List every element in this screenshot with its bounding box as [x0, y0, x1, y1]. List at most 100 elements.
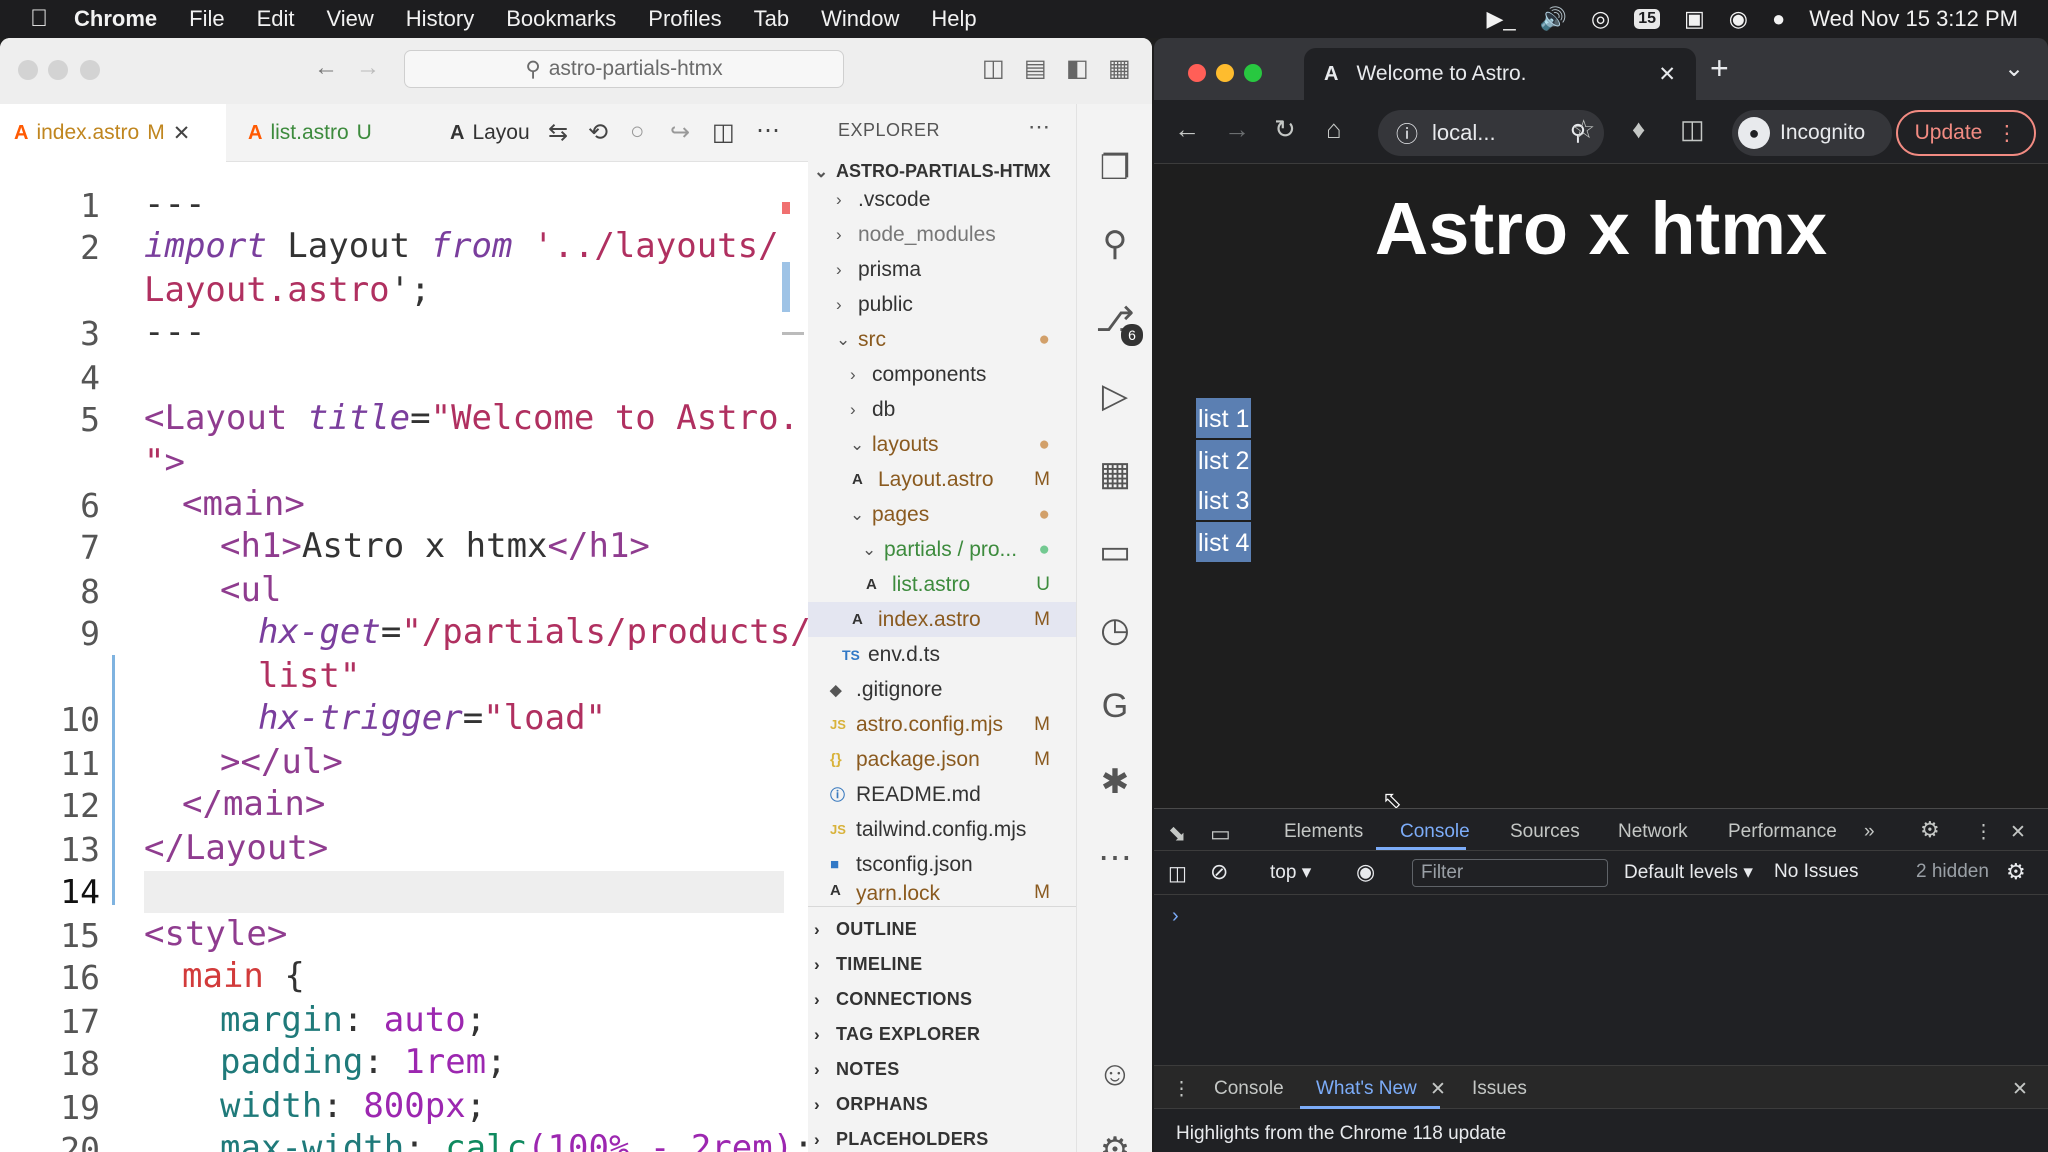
- forward-arrow-icon[interactable]: →: [356, 54, 380, 82]
- asterisk-extension-icon[interactable]: ✱: [1091, 758, 1139, 806]
- more-actions-icon[interactable]: ⋯: [756, 116, 780, 145]
- side-panel-icon[interactable]: ◫: [1680, 114, 1705, 145]
- search-icon[interactable]: ⚲: [1091, 220, 1139, 268]
- tree-item-src[interactable]: ⌄ src ●: [808, 322, 1076, 357]
- toggle-panel-icon[interactable]: ▤: [1024, 54, 1047, 83]
- scrollbar-thumb[interactable]: [782, 332, 804, 335]
- compare-changes-icon[interactable]: ⇆: [548, 118, 568, 147]
- devtools-settings-icon[interactable]: ⚙: [1920, 817, 1940, 843]
- remote-explorer-icon[interactable]: ▭: [1091, 528, 1139, 576]
- tab-layout-astro[interactable]: A Layou: [436, 104, 540, 162]
- vpn-globe-icon[interactable]: ◎: [1591, 6, 1610, 32]
- terminal-status-icon[interactable]: ▶_: [1486, 6, 1515, 32]
- update-button[interactable]: Update ⋮: [1896, 110, 2036, 156]
- menubar-clock[interactable]: Wed Nov 15 3:12 PM: [1809, 6, 2018, 32]
- menu-view[interactable]: View: [327, 6, 374, 32]
- devtools-tab-elements[interactable]: Elements: [1284, 821, 1363, 843]
- tree-item-layout-astro[interactable]: A Layout.astro M: [808, 462, 1076, 497]
- menu-file[interactable]: File: [189, 6, 224, 32]
- close-drawer-icon[interactable]: ✕: [2012, 1078, 2028, 1101]
- tree-item-tailwind-config[interactable]: JS tailwind.config.mjs: [808, 812, 1076, 847]
- toggle-sidebar-icon[interactable]: ◫: [982, 54, 1005, 83]
- code-editor[interactable]: 1 2 3 4 5 6 7 8 9 10 11 12 13 14 15 16 1…: [0, 162, 814, 1152]
- section-connections[interactable]: › CONNECTIONS: [808, 982, 1076, 1017]
- console-prompt[interactable]: ›: [1172, 905, 1179, 928]
- devtools-tab-console[interactable]: Console: [1400, 821, 1470, 843]
- devtools-tab-performance[interactable]: Performance: [1728, 821, 1837, 843]
- close-icon[interactable]: ✕: [173, 121, 191, 146]
- inspect-element-icon[interactable]: ⬊: [1168, 821, 1186, 847]
- section-timeline[interactable]: › TIMELINE: [808, 947, 1076, 982]
- devtools-more-icon[interactable]: ⋮: [1974, 821, 1993, 844]
- tree-item-list-astro[interactable]: Alist.astro U: [808, 567, 1076, 602]
- tree-item-yarn-lock[interactable]: Ayarn.lock M: [808, 882, 1076, 906]
- site-info-icon[interactable]: ⓘ: [1396, 117, 1418, 149]
- drawer-tab-issues[interactable]: Issues: [1472, 1078, 1527, 1100]
- timeline-icon[interactable]: ⟲: [588, 118, 608, 147]
- apple-icon[interactable]: : [30, 5, 74, 33]
- drawer-tab-whats-new[interactable]: What's New: [1316, 1078, 1417, 1100]
- tree-item-components[interactable]: › components: [808, 357, 1076, 392]
- back-arrow-icon[interactable]: ←: [314, 54, 338, 82]
- log-levels-dropdown[interactable]: Default levels ▾: [1624, 861, 1753, 884]
- reload-icon[interactable]: ↻: [1274, 114, 1296, 145]
- menu-tab[interactable]: Tab: [754, 6, 789, 32]
- clear-console-icon[interactable]: ⊘: [1210, 859, 1228, 885]
- context-selector[interactable]: top ▾: [1270, 861, 1311, 884]
- explorer-more-icon[interactable]: ⋯: [1028, 114, 1050, 140]
- tree-item-astro-config[interactable]: JS astro.config.mjs M: [808, 707, 1076, 742]
- drawer-more-icon[interactable]: ⋮: [1172, 1078, 1191, 1101]
- run-debug-icon[interactable]: ▷: [1091, 372, 1139, 420]
- split-editor-icon[interactable]: ◫: [712, 118, 735, 147]
- tree-item-node-modules[interactable]: › node_modules: [808, 217, 1076, 252]
- tree-item-layouts[interactable]: ⌄ layouts ●: [808, 427, 1076, 462]
- more-views-icon[interactable]: ⋯: [1091, 834, 1139, 882]
- calendar-badge[interactable]: 15: [1634, 9, 1660, 29]
- sidebar-toggle-icon[interactable]: ◫: [1168, 861, 1187, 886]
- control-center-icon[interactable]: ◉: [1729, 6, 1748, 32]
- tree-item-readme[interactable]: ⓘ README.md: [808, 777, 1076, 812]
- tree-item-partials[interactable]: ⌄ partials / pro... ●: [808, 532, 1076, 567]
- tree-item-prisma[interactable]: › prisma: [808, 252, 1076, 287]
- source-control-icon[interactable]: ⎇ 6: [1091, 296, 1143, 346]
- timeline-clock-icon[interactable]: ◷: [1091, 606, 1139, 654]
- section-orphans[interactable]: › ORPHANS: [808, 1087, 1076, 1122]
- menu-profiles[interactable]: Profiles: [648, 6, 721, 32]
- toggle-secondary-sidebar-icon[interactable]: ◧: [1066, 54, 1089, 83]
- menu-history[interactable]: History: [406, 6, 474, 32]
- tree-item-package-json[interactable]: {} package.json M: [808, 742, 1076, 777]
- window-minimize-button[interactable]: [48, 60, 68, 80]
- tree-item-index-astro[interactable]: Aindex.astro M: [808, 602, 1076, 637]
- tab-index-astro[interactable]: A index.astro M ✕: [0, 104, 226, 162]
- menu-help[interactable]: Help: [931, 6, 976, 32]
- devtools-tab-network[interactable]: Network: [1618, 821, 1688, 843]
- extensions-icon[interactable]: ▦: [1091, 450, 1139, 498]
- home-icon[interactable]: ⌂: [1326, 114, 1342, 145]
- tree-item-gitignore[interactable]: ◆ .gitignore: [808, 672, 1076, 707]
- tab-list-astro[interactable]: A list.astro U: [234, 104, 400, 162]
- forward-arrow-icon[interactable]: →: [1224, 114, 1250, 145]
- siri-icon[interactable]: ●: [1772, 6, 1785, 32]
- menu-app-chrome[interactable]: Chrome: [74, 6, 157, 32]
- address-bar[interactable]: ⓘ local... ⚲: [1378, 110, 1604, 156]
- tree-item-tsconfig[interactable]: ■ tsconfig.json: [808, 847, 1076, 882]
- accounts-icon[interactable]: ☺: [1091, 1050, 1139, 1098]
- tree-item-pages[interactable]: ⌄ pages ●: [808, 497, 1076, 532]
- menu-edit[interactable]: Edit: [257, 6, 295, 32]
- device-toolbar-icon[interactable]: ▭: [1210, 821, 1231, 847]
- back-arrow-icon[interactable]: ←: [1174, 114, 1200, 145]
- previous-change-icon[interactable]: ○: [630, 118, 645, 146]
- close-tab-icon[interactable]: ✕: [1658, 62, 1676, 87]
- drawer-tab-console[interactable]: Console: [1214, 1078, 1284, 1100]
- explorer-files-icon[interactable]: ❐: [1091, 144, 1139, 192]
- more-tabs-chevron-icon[interactable]: »: [1864, 821, 1875, 843]
- extensions-puzzle-icon[interactable]: ♦: [1632, 114, 1645, 145]
- window-zoom-button[interactable]: [1244, 64, 1262, 82]
- volume-icon[interactable]: 🔊: [1540, 6, 1567, 32]
- bookmark-star-icon[interactable]: ☆: [1572, 114, 1595, 145]
- section-notes[interactable]: › NOTES: [808, 1052, 1076, 1087]
- customize-layout-icon[interactable]: ▦: [1108, 54, 1131, 83]
- tree-item-env-d-ts[interactable]: TS env.d.ts: [808, 637, 1076, 672]
- section-outline[interactable]: › OUTLINE: [808, 912, 1076, 947]
- window-zoom-button[interactable]: [80, 60, 100, 80]
